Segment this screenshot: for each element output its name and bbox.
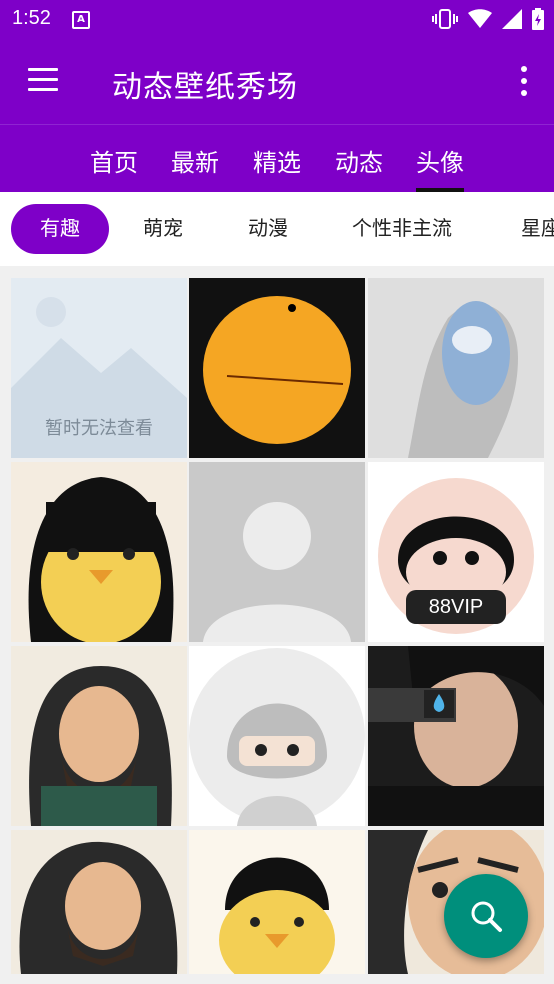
avatar-tile-woman[interactable]: [368, 646, 544, 826]
avatar-tile-warrior-2[interactable]: [11, 830, 187, 974]
avatar-tile-88vip[interactable]: 88VIP: [368, 462, 544, 642]
category-tabs: 首页 最新 精选 动态 头像: [0, 124, 554, 193]
avatar-tile-sun[interactable]: [189, 278, 365, 458]
chick-image: [11, 462, 187, 642]
status-time: 1:52: [12, 7, 51, 29]
avatar-tile-chick-2[interactable]: [189, 830, 365, 974]
warrior-image-2: [11, 830, 187, 974]
app-title: 动态壁纸秀场: [112, 71, 298, 104]
vip-text: 88VIP: [428, 596, 484, 618]
chip-personal[interactable]: 个性非主流: [352, 204, 452, 254]
notification-icon: A: [72, 11, 90, 29]
subcategory-chips: 有趣 萌宠 动漫 个性非主流 星座: [0, 192, 554, 267]
app-bar: 动态壁纸秀场: [0, 38, 554, 124]
tab-avatar[interactable]: 头像: [416, 143, 464, 178]
ninja-image: [189, 646, 365, 826]
avatar-tile-chick-hair[interactable]: [11, 462, 187, 642]
woman-photo: [368, 646, 544, 826]
placeholder-text: 暂时无法查看: [45, 418, 153, 438]
search-icon: [471, 901, 502, 932]
chick-image-2: [189, 830, 365, 974]
more-vert-icon[interactable]: [520, 66, 528, 96]
statue-image: [368, 278, 544, 458]
chip-anime[interactable]: 动漫: [248, 204, 288, 254]
vibrate-icon: [432, 9, 458, 29]
status-bar: 1:52 A: [0, 0, 554, 38]
default-user-icon: [189, 462, 365, 642]
tab-featured[interactable]: 精选: [253, 143, 301, 178]
avatar-tile-ninja[interactable]: [189, 646, 365, 826]
warrior-image: [11, 646, 187, 826]
avatar-tile-default-user[interactable]: [189, 462, 365, 642]
menu-icon[interactable]: [28, 68, 58, 92]
tab-latest[interactable]: 最新: [171, 143, 219, 178]
wifi-icon: [468, 9, 492, 28]
tab-home[interactable]: 首页: [90, 143, 138, 178]
chip-zodiac[interactable]: 星座: [521, 204, 554, 254]
avatar-tile-statue[interactable]: [368, 278, 544, 458]
battery-icon: [532, 8, 544, 30]
search-fab[interactable]: [444, 874, 528, 958]
signal-icon: [502, 9, 522, 29]
chip-pets[interactable]: 萌宠: [143, 204, 183, 254]
avatar-tile-placeholder[interactable]: 暂时无法查看: [11, 278, 187, 458]
status-icons: [432, 8, 544, 30]
chip-funny[interactable]: 有趣: [11, 204, 109, 254]
avatar-tile-warrior[interactable]: [11, 646, 187, 826]
sun-image: [203, 296, 351, 444]
tab-dynamic[interactable]: 动态: [335, 143, 383, 178]
